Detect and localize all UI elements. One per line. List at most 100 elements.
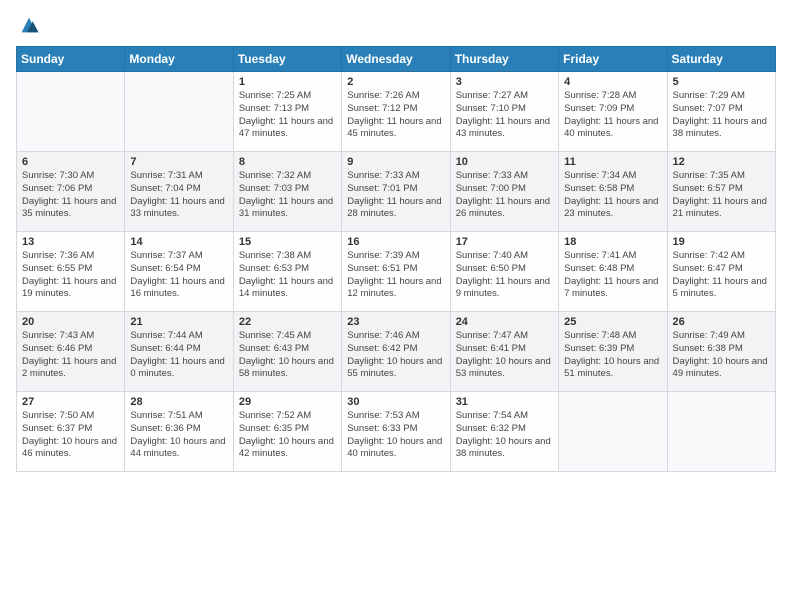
calendar-cell: 9 Sunrise: 7:33 AM Sunset: 7:01 PM Daylig… [342, 152, 450, 232]
calendar-cell: 11 Sunrise: 7:34 AM Sunset: 6:58 PM Dayli… [559, 152, 667, 232]
calendar-cell: 21 Sunrise: 7:44 AM Sunset: 6:44 PM Dayli… [125, 312, 233, 392]
day-info: Sunrise: 7:41 AM Sunset: 6:48 PM Dayligh… [564, 250, 661, 301]
calendar-cell: 22 Sunrise: 7:45 AM Sunset: 6:43 PM Dayli… [233, 312, 341, 392]
day-info: Sunrise: 7:38 AM Sunset: 6:53 PM Dayligh… [239, 250, 336, 301]
day-number: 25 [564, 316, 661, 328]
day-number: 21 [130, 316, 227, 328]
day-number: 27 [22, 396, 119, 408]
column-header-monday: Monday [125, 47, 233, 72]
day-number: 31 [456, 396, 553, 408]
day-number: 6 [22, 156, 119, 168]
day-info: Sunrise: 7:31 AM Sunset: 7:04 PM Dayligh… [130, 170, 227, 221]
day-number: 7 [130, 156, 227, 168]
day-info: Sunrise: 7:35 AM Sunset: 6:57 PM Dayligh… [673, 170, 770, 221]
day-info: Sunrise: 7:53 AM Sunset: 6:33 PM Dayligh… [347, 410, 444, 461]
calendar-cell: 27 Sunrise: 7:50 AM Sunset: 6:37 PM Dayli… [17, 392, 125, 472]
calendar-cell: 23 Sunrise: 7:46 AM Sunset: 6:42 PM Dayli… [342, 312, 450, 392]
day-info: Sunrise: 7:37 AM Sunset: 6:54 PM Dayligh… [130, 250, 227, 301]
day-number: 28 [130, 396, 227, 408]
calendar-cell: 31 Sunrise: 7:54 AM Sunset: 6:32 PM Dayli… [450, 392, 558, 472]
day-info: Sunrise: 7:28 AM Sunset: 7:09 PM Dayligh… [564, 90, 661, 141]
column-header-thursday: Thursday [450, 47, 558, 72]
day-number: 18 [564, 236, 661, 248]
day-info: Sunrise: 7:52 AM Sunset: 6:35 PM Dayligh… [239, 410, 336, 461]
calendar-cell: 28 Sunrise: 7:51 AM Sunset: 6:36 PM Dayli… [125, 392, 233, 472]
calendar-table: SundayMondayTuesdayWednesdayThursdayFrid… [16, 46, 776, 472]
calendar-cell: 14 Sunrise: 7:37 AM Sunset: 6:54 PM Dayli… [125, 232, 233, 312]
day-info: Sunrise: 7:43 AM Sunset: 6:46 PM Dayligh… [22, 330, 119, 381]
day-info: Sunrise: 7:44 AM Sunset: 6:44 PM Dayligh… [130, 330, 227, 381]
day-info: Sunrise: 7:49 AM Sunset: 6:38 PM Dayligh… [673, 330, 770, 381]
day-info: Sunrise: 7:29 AM Sunset: 7:07 PM Dayligh… [673, 90, 770, 141]
day-number: 14 [130, 236, 227, 248]
day-info: Sunrise: 7:32 AM Sunset: 7:03 PM Dayligh… [239, 170, 336, 221]
day-number: 11 [564, 156, 661, 168]
calendar-cell: 16Sunrise: 7:39 AM Sunset: 6:51 PM Dayli… [342, 232, 450, 312]
day-info: Sunrise: 7:54 AM Sunset: 6:32 PM Dayligh… [456, 410, 553, 461]
day-info: Sunrise: 7:25 AM Sunset: 7:13 PM Dayligh… [239, 90, 336, 141]
day-number: 8 [239, 156, 336, 168]
logo-icon [18, 14, 40, 36]
calendar-cell: 13Sunrise: 7:36 AM Sunset: 6:55 PM Dayli… [17, 232, 125, 312]
calendar-cell: 4 Sunrise: 7:28 AM Sunset: 7:09 PM Daylig… [559, 72, 667, 152]
day-info: Sunrise: 7:30 AM Sunset: 7:06 PM Dayligh… [22, 170, 119, 221]
day-number: 23 [347, 316, 444, 328]
day-info: Sunrise: 7:51 AM Sunset: 6:36 PM Dayligh… [130, 410, 227, 461]
calendar-week-row: 6 Sunrise: 7:30 AM Sunset: 7:06 PM Daylig… [17, 152, 776, 232]
calendar-cell: 30 Sunrise: 7:53 AM Sunset: 6:33 PM Dayli… [342, 392, 450, 472]
day-number: 17 [456, 236, 553, 248]
day-number: 4 [564, 76, 661, 88]
day-number: 20 [22, 316, 119, 328]
calendar-cell: 8 Sunrise: 7:32 AM Sunset: 7:03 PM Daylig… [233, 152, 341, 232]
day-number: 30 [347, 396, 444, 408]
day-number: 2 [347, 76, 444, 88]
calendar-cell: 12 Sunrise: 7:35 AM Sunset: 6:57 PM Dayli… [667, 152, 775, 232]
calendar-cell: 20 Sunrise: 7:43 AM Sunset: 6:46 PM Dayli… [17, 312, 125, 392]
calendar-cell: 17 Sunrise: 7:40 AM Sunset: 6:50 PM Dayli… [450, 232, 558, 312]
calendar-cell: 6 Sunrise: 7:30 AM Sunset: 7:06 PM Daylig… [17, 152, 125, 232]
day-info: Sunrise: 7:40 AM Sunset: 6:50 PM Dayligh… [456, 250, 553, 301]
day-number: 26 [673, 316, 770, 328]
day-info: Sunrise: 7:46 AM Sunset: 6:42 PM Dayligh… [347, 330, 444, 381]
day-number: 29 [239, 396, 336, 408]
day-number: 24 [456, 316, 553, 328]
column-header-friday: Friday [559, 47, 667, 72]
column-header-sunday: Sunday [17, 47, 125, 72]
calendar-cell: 29 Sunrise: 7:52 AM Sunset: 6:35 PM Dayli… [233, 392, 341, 472]
calendar-cell [17, 72, 125, 152]
day-info: Sunrise: 7:50 AM Sunset: 6:37 PM Dayligh… [22, 410, 119, 461]
day-number: 13 [22, 236, 119, 248]
day-info: Sunrise: 7:26 AM Sunset: 7:12 PM Dayligh… [347, 90, 444, 141]
logo [16, 16, 40, 36]
day-info: Sunrise: 7:34 AM Sunset: 6:58 PM Dayligh… [564, 170, 661, 221]
day-number: 12 [673, 156, 770, 168]
day-number: 16 [347, 236, 444, 248]
calendar-cell: 2 Sunrise: 7:26 AM Sunset: 7:12 PM Daylig… [342, 72, 450, 152]
page-header [16, 16, 776, 36]
calendar-header-row: SundayMondayTuesdayWednesdayThursdayFrid… [17, 47, 776, 72]
calendar-cell: 18 Sunrise: 7:41 AM Sunset: 6:48 PM Dayli… [559, 232, 667, 312]
day-number: 19 [673, 236, 770, 248]
day-number: 22 [239, 316, 336, 328]
day-info: Sunrise: 7:33 AM Sunset: 7:01 PM Dayligh… [347, 170, 444, 221]
day-number: 9 [347, 156, 444, 168]
day-number: 10 [456, 156, 553, 168]
calendar-cell: 5Sunrise: 7:29 AM Sunset: 7:07 PM Daylig… [667, 72, 775, 152]
calendar-cell [667, 392, 775, 472]
column-header-saturday: Saturday [667, 47, 775, 72]
calendar-cell: 10 Sunrise: 7:33 AM Sunset: 7:00 PM Dayli… [450, 152, 558, 232]
day-info: Sunrise: 7:33 AM Sunset: 7:00 PM Dayligh… [456, 170, 553, 221]
calendar-week-row: 20 Sunrise: 7:43 AM Sunset: 6:46 PM Dayli… [17, 312, 776, 392]
day-number: 1 [239, 76, 336, 88]
calendar-cell: 3 Sunrise: 7:27 AM Sunset: 7:10 PM Daylig… [450, 72, 558, 152]
calendar-cell: 7 Sunrise: 7:31 AM Sunset: 7:04 PM Daylig… [125, 152, 233, 232]
day-info: Sunrise: 7:48 AM Sunset: 6:39 PM Dayligh… [564, 330, 661, 381]
day-number: 3 [456, 76, 553, 88]
calendar-week-row: 27 Sunrise: 7:50 AM Sunset: 6:37 PM Dayli… [17, 392, 776, 472]
day-info: Sunrise: 7:27 AM Sunset: 7:10 PM Dayligh… [456, 90, 553, 141]
calendar-cell: 15Sunrise: 7:38 AM Sunset: 6:53 PM Dayli… [233, 232, 341, 312]
calendar-week-row: 1 Sunrise: 7:25 AM Sunset: 7:13 PM Daylig… [17, 72, 776, 152]
day-info: Sunrise: 7:42 AM Sunset: 6:47 PM Dayligh… [673, 250, 770, 301]
column-header-wednesday: Wednesday [342, 47, 450, 72]
day-info: Sunrise: 7:45 AM Sunset: 6:43 PM Dayligh… [239, 330, 336, 381]
